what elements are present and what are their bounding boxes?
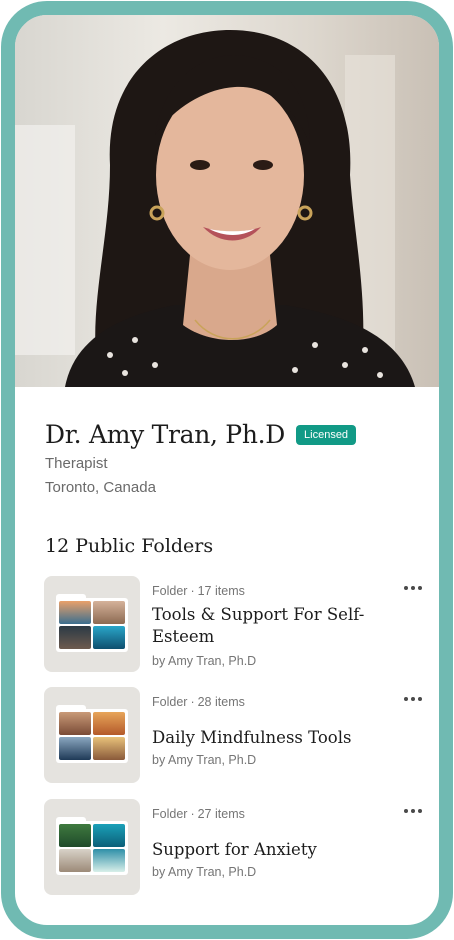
folder-author: by Amy Tran, Ph.D [152,654,257,668]
folder-title[interactable]: Daily Mindfulness Tools [152,727,382,749]
folder-icon [56,817,128,875]
therapist-location: Toronto, Canada [45,479,156,496]
therapist-role: Therapist [45,455,108,472]
folder-icon [56,705,128,763]
folder-author: by Amy Tran, Ph.D [152,865,257,879]
folder-card-mindfulness[interactable]: Folder · 28 items Daily Mindfulness Tools … [44,687,424,783]
therapist-name: Dr. Amy Tran, Ph.D [45,420,286,449]
folder-meta: Folder · 28 items [152,695,245,709]
profile-photo [15,15,439,387]
folder-card-self-esteem[interactable]: Folder · 17 items Tools & Support For Self… [44,576,424,672]
folder-icon [56,594,128,652]
folder-title[interactable]: Tools & Support For Self-Esteem [152,604,382,648]
folder-title[interactable]: Support for Anxiety [152,839,382,861]
name-row: Dr. Amy Tran, Ph.D Licensed [45,420,357,449]
licensed-badge: Licensed [296,424,357,445]
phone-frame: Dr. Amy Tran, Ph.D Licensed Therapist To… [1,1,453,939]
public-folders-heading: 12 Public Folders [45,535,214,557]
folder-meta: Folder · 17 items [152,584,245,598]
folder-thumbnail [44,687,140,783]
folder-author: by Amy Tran, Ph.D [152,753,257,767]
more-options-icon[interactable] [402,582,424,594]
folder-thumbnail [44,799,140,895]
folder-meta: Folder · 27 items [152,807,245,821]
folder-card-anxiety[interactable]: Folder · 27 items Support for Anxiety by A… [44,799,424,895]
folder-thumbnail [44,576,140,672]
more-options-icon[interactable] [402,693,424,705]
more-options-icon[interactable] [402,805,424,817]
